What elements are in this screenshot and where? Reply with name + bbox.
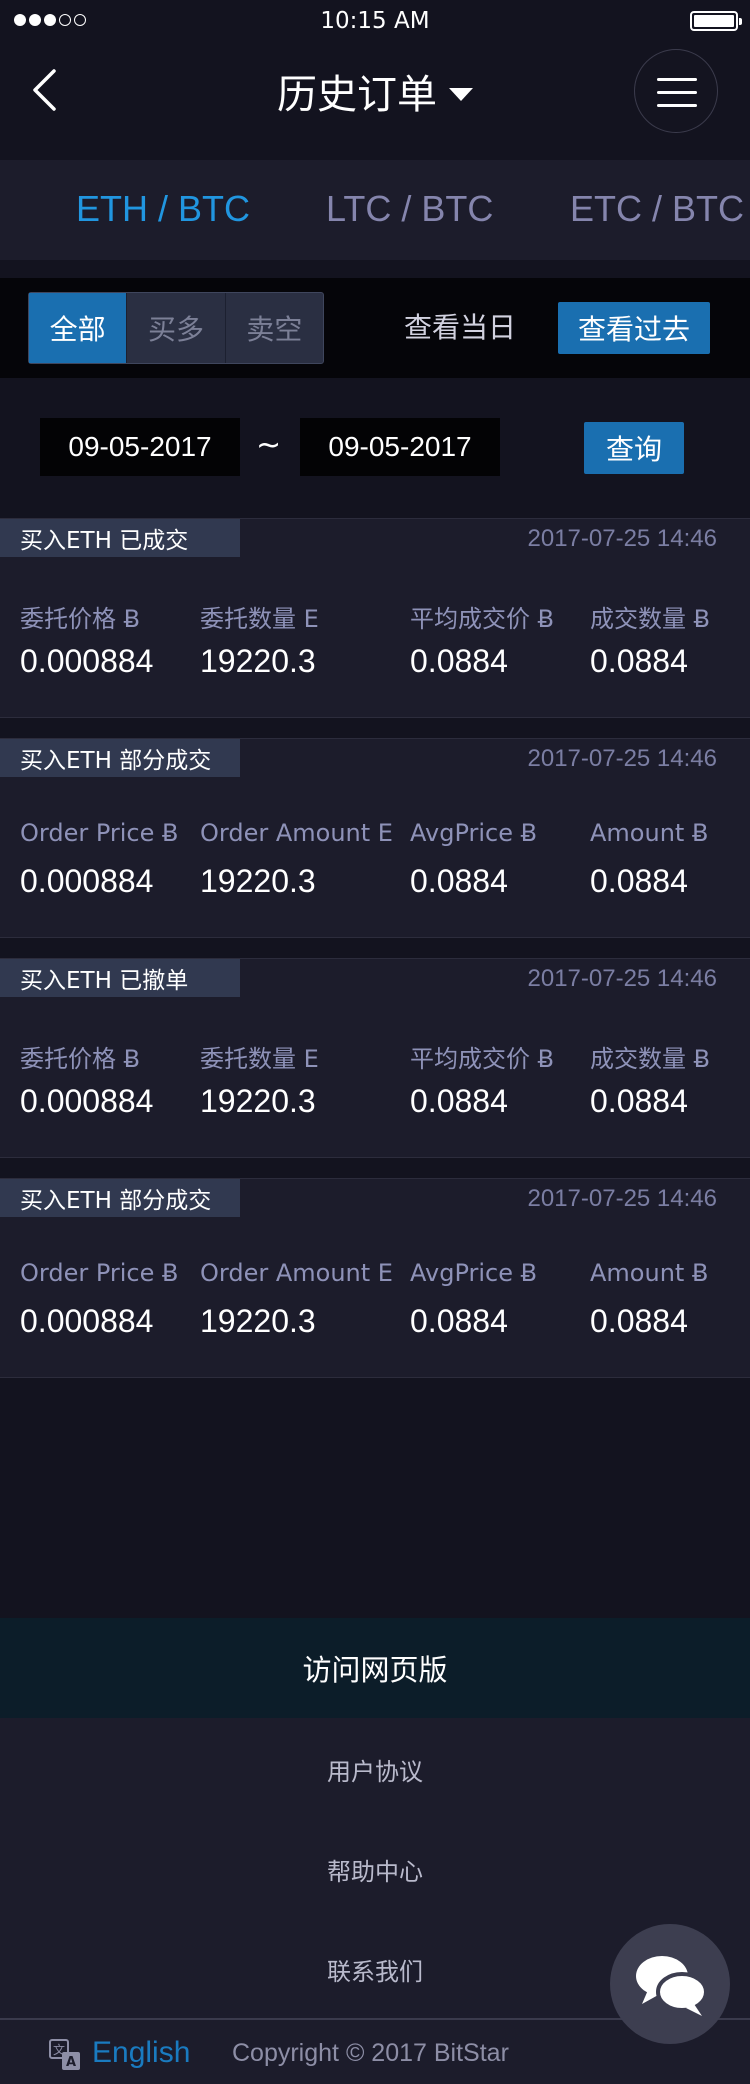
order-status-tag: 买入ETH 已成交	[0, 519, 240, 557]
end-date-field[interactable]: 09-05-2017	[300, 418, 500, 476]
caret-down-icon	[449, 87, 473, 101]
help-center-link[interactable]: 帮助中心	[0, 1852, 750, 1887]
order-amount-value: 19220.3	[200, 863, 316, 899]
order-price-label: Order Price Ƀ	[20, 1259, 179, 1287]
order-time: 2017-07-25 14:46	[527, 1185, 718, 1212]
order-amount-value: 19220.3	[200, 1083, 316, 1119]
order-price-value: 0.000884	[20, 1083, 154, 1119]
order-price-label: 委托价格 Ƀ	[20, 1045, 141, 1073]
order-card[interactable]: 买入ETH 已成交 2017-07-25 14:46 委托价格 Ƀ 委托数量 E…	[0, 518, 750, 718]
order-amount-value: 19220.3	[200, 643, 316, 679]
avg-price-label: AvgPrice Ƀ	[410, 1259, 538, 1287]
hamburger-menu-icon[interactable]	[634, 49, 718, 133]
tab-etc-btc[interactable]: ETC / BTC	[570, 188, 744, 230]
order-price-value: 0.000884	[20, 1303, 154, 1339]
avg-price-label: 平均成交价 Ƀ	[410, 1045, 555, 1073]
filled-amount-label: Amount Ƀ	[590, 819, 709, 847]
tab-eth-btc[interactable]: ETH / BTC	[76, 188, 250, 230]
segment-sell[interactable]: 卖空	[226, 293, 323, 363]
avg-price-value: 0.0884	[410, 1303, 508, 1339]
order-amount-label: 委托数量 E	[200, 1045, 319, 1073]
avg-price-label: AvgPrice Ƀ	[410, 819, 538, 847]
order-status-tag: 买入ETH 已撤单	[0, 959, 240, 997]
order-time: 2017-07-25 14:46	[527, 745, 718, 772]
battery-icon	[690, 11, 742, 31]
page-title: 历史订单	[277, 72, 437, 118]
order-card[interactable]: 买入ETH 部分成交 2017-07-25 14:46 Order Price …	[0, 738, 750, 938]
segment-all[interactable]: 全部	[29, 293, 128, 363]
order-card[interactable]: 买入ETH 已撤单 2017-07-25 14:46 委托价格 Ƀ 委托数量 E…	[0, 958, 750, 1158]
segment-buy[interactable]: 买多	[127, 293, 226, 363]
order-time: 2017-07-25 14:46	[527, 965, 718, 992]
avg-price-value: 0.0884	[410, 863, 508, 899]
copyright-text: Copyright © 2017 BitStar	[232, 2039, 509, 2067]
filled-amount-value: 0.0884	[590, 863, 688, 899]
query-button[interactable]: 查询	[584, 422, 684, 474]
order-amount-value: 19220.3	[200, 1303, 316, 1339]
view-today-button[interactable]: 查看当日	[404, 306, 516, 346]
order-status-tag: 买入ETH 部分成交	[0, 1179, 240, 1217]
avg-price-value: 0.0884	[410, 1083, 508, 1119]
order-price-label: Order Price Ƀ	[20, 819, 179, 847]
filled-amount-value: 0.0884	[590, 1303, 688, 1339]
language-switch[interactable]: English	[92, 2036, 190, 2070]
order-price-value: 0.000884	[20, 863, 154, 899]
order-amount-label: Order Amount E	[200, 1259, 393, 1287]
filled-amount-value: 0.0884	[590, 643, 688, 679]
user-agreement-link[interactable]: 用户协议	[0, 1752, 750, 1787]
chat-bubbles-icon[interactable]	[610, 1924, 730, 2044]
order-card[interactable]: 买入ETH 部分成交 2017-07-25 14:46 Order Price …	[0, 1178, 750, 1378]
date-separator: ~	[256, 428, 282, 463]
order-time: 2017-07-25 14:46	[527, 525, 718, 552]
filled-amount-label: 成交数量 Ƀ	[590, 1045, 711, 1073]
order-amount-label: 委托数量 E	[200, 605, 319, 633]
avg-price-value: 0.0884	[410, 643, 508, 679]
side-segmented-control: 全部 买多 卖空	[28, 292, 324, 364]
order-amount-label: Order Amount E	[200, 819, 393, 847]
translate-icon[interactable]: 文 A	[48, 2038, 82, 2072]
tab-ltc-btc[interactable]: LTC / BTC	[326, 188, 493, 230]
order-price-value: 0.000884	[20, 643, 154, 679]
filled-amount-label: 成交数量 Ƀ	[590, 605, 711, 633]
visit-web-button[interactable]: 访问网页版	[0, 1618, 750, 1718]
filled-amount-label: Amount Ƀ	[590, 1259, 709, 1287]
svg-text:A: A	[66, 2055, 76, 2070]
order-status-tag: 买入ETH 部分成交	[0, 739, 240, 777]
filled-amount-value: 0.0884	[590, 1083, 688, 1119]
order-price-label: 委托价格 Ƀ	[20, 605, 141, 633]
start-date-field[interactable]: 09-05-2017	[40, 418, 240, 476]
avg-price-label: 平均成交价 Ƀ	[410, 605, 555, 633]
status-time: 10:15 AM	[320, 8, 430, 34]
view-past-button[interactable]: 查看过去	[558, 302, 710, 354]
